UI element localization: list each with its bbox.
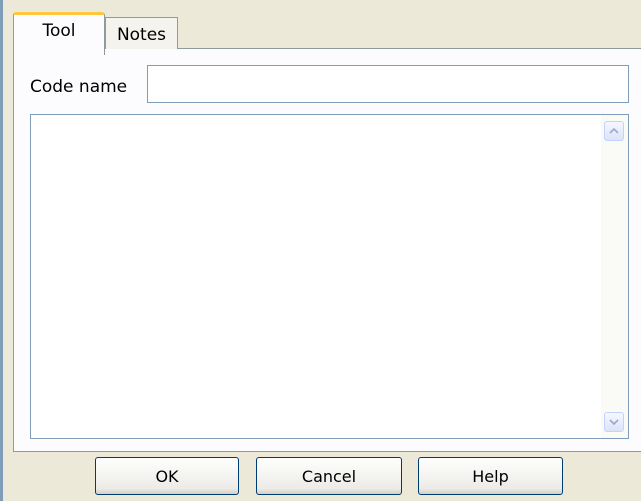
scroll-up-button[interactable] (604, 121, 624, 141)
chevron-up-icon (609, 128, 619, 134)
scroll-down-button[interactable] (604, 412, 624, 432)
code-text-area[interactable] (30, 114, 629, 439)
window-edge (0, 0, 3, 501)
tool-tab-panel: Code name (13, 48, 641, 452)
ok-button[interactable]: OK (95, 457, 239, 495)
tab-tool-label: Tool (42, 21, 76, 41)
chevron-down-icon (609, 419, 619, 425)
code-name-input[interactable] (147, 65, 629, 103)
cancel-button[interactable]: Cancel (256, 457, 402, 495)
tool-dialog: Tool Notes Code name OK Cancel Help (0, 0, 641, 501)
tab-notes[interactable]: Notes (105, 17, 178, 49)
help-button[interactable]: Help (418, 457, 563, 495)
vertical-scrollbar[interactable] (601, 115, 628, 438)
code-name-label: Code name (30, 77, 128, 97)
tab-notes-label: Notes (116, 25, 167, 45)
tab-tool[interactable]: Tool (13, 12, 105, 55)
